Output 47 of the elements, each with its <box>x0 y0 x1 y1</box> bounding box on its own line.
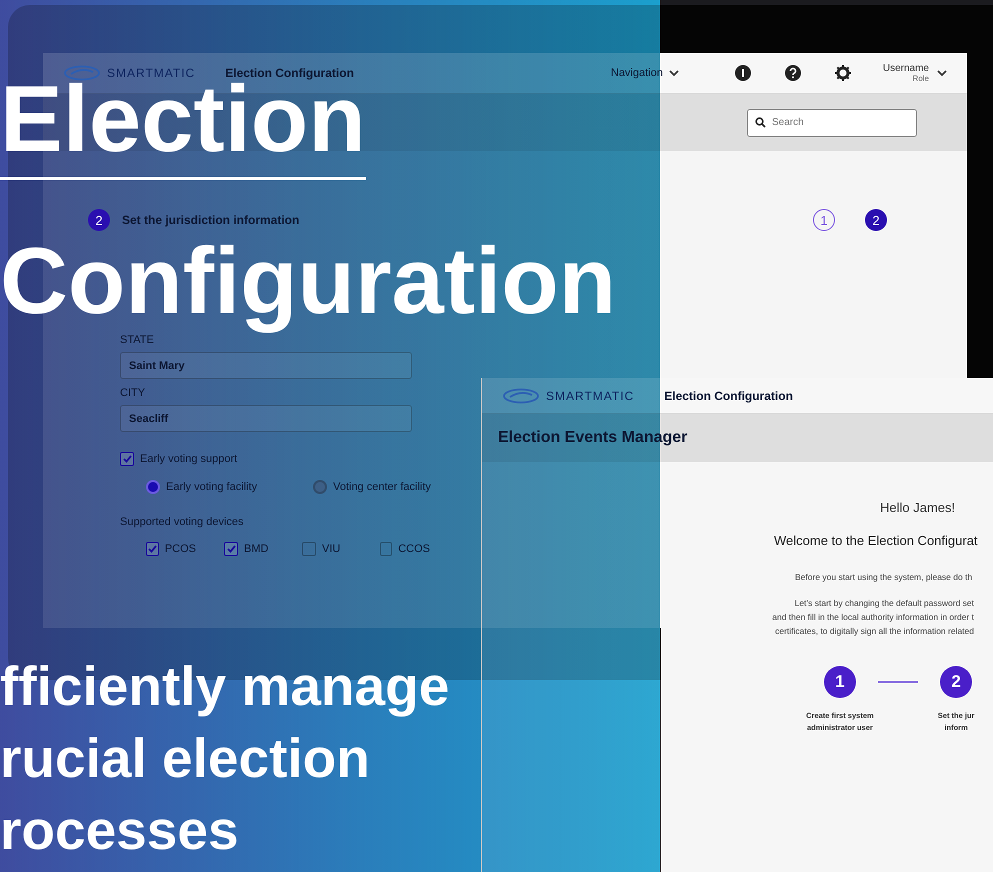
logo-icon <box>63 65 101 81</box>
checkbox-option[interactable]: CCOS <box>380 542 430 556</box>
section-label: Supported voting devices <box>120 516 244 528</box>
checkbox-option[interactable]: BMD <box>224 542 274 556</box>
logo-text: SMARTMATIC <box>546 388 634 402</box>
input-field[interactable]: Seacliff <box>120 405 412 432</box>
app-title: Election Configuration <box>664 388 793 402</box>
info-button[interactable] <box>734 65 751 81</box>
step-number[interactable]: 2 <box>865 209 887 231</box>
field-label: STATE <box>120 334 154 346</box>
info-icon <box>734 65 751 81</box>
step-title: Set the jurisdiction information <box>122 213 300 227</box>
tagline-text: fficiently manage <box>0 654 450 719</box>
radio-option[interactable]: Early voting facility <box>146 480 258 494</box>
chevron-down-icon <box>937 70 947 76</box>
step-number: 2 <box>88 209 110 231</box>
logo-icon <box>502 388 540 404</box>
checkbox-option[interactable]: Early voting support <box>120 452 238 466</box>
check-icon <box>122 455 132 463</box>
field-label: CITY <box>120 387 146 399</box>
check-icon <box>226 545 236 553</box>
checkbox-option[interactable]: VIU <box>302 542 352 556</box>
app-title: Election Configuration <box>225 66 354 80</box>
tagline-text: rucial election <box>0 726 370 791</box>
logo-text: SMARTMATIC <box>107 66 196 80</box>
intro-text: Before you start using the system, please do th <box>795 572 974 582</box>
search-icon <box>755 116 766 128</box>
help-button[interactable] <box>784 65 801 81</box>
step-connector <box>878 681 918 683</box>
search-field[interactable]: Search <box>747 108 917 136</box>
welcome-heading: Welcome to the Election Configurat <box>774 533 979 548</box>
user-menu[interactable]: Username Role <box>882 63 947 83</box>
intro-paragraph: Let’s start by changing the default password set and then fill in the local authority information in order t certificates, to digitally sign all the information related <box>771 597 974 638</box>
input-field[interactable]: Saint Mary <box>120 352 412 379</box>
chevron-down-icon <box>668 70 679 76</box>
settings-button[interactable] <box>834 65 851 81</box>
headline-text: Configuration <box>0 228 616 334</box>
checkbox-option[interactable]: PCOS <box>146 542 196 556</box>
tagline-text: rocesses <box>0 798 239 863</box>
radio-option[interactable]: Voting center facility <box>313 480 431 494</box>
step-number[interactable]: 1 <box>813 209 835 231</box>
help-icon <box>784 65 801 81</box>
settings-icon <box>834 65 851 81</box>
greeting-text: Hello James! <box>880 500 956 515</box>
step-number: 2 <box>940 666 972 698</box>
check-icon <box>148 545 157 553</box>
step-number: 1 <box>824 666 856 698</box>
